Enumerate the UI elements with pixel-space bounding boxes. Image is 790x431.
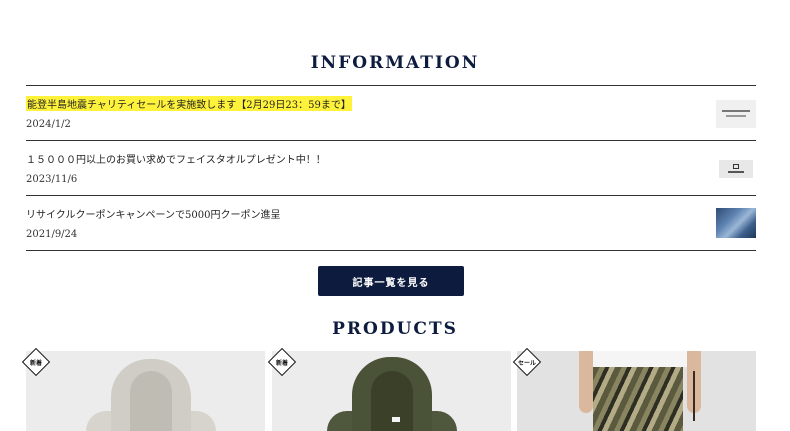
information-heading: INFORMATION: [310, 53, 480, 73]
information-thumbnail[interactable]: [716, 100, 756, 128]
information-thumbnail[interactable]: [719, 160, 753, 178]
information-item[interactable]: 能登半島地震チャリティセールを実施致します【2月29日23：59まで】 2024…: [26, 86, 756, 141]
information-item-date: 2024/1/2: [26, 119, 71, 130]
information-item[interactable]: リサイクルクーポンキャンペーンで5000円クーポン進呈 2021/9/24: [26, 196, 756, 251]
information-thumbnail[interactable]: [716, 208, 756, 238]
information-item-date: 2023/11/6: [26, 174, 78, 185]
view-all-articles-button[interactable]: 記事一覧を見る: [318, 266, 464, 296]
information-item-title[interactable]: １５０００円以上のお買い求めでフェイスタオルプレゼント中！！: [26, 151, 326, 166]
information-list: 能登半島地震チャリティセールを実施致します【2月29日23：59まで】 2024…: [26, 85, 756, 251]
product-card[interactable]: [272, 351, 511, 431]
information-item-date: 2021/9/24: [26, 229, 78, 240]
information-item-title[interactable]: リサイクルクーポンキャンペーンで5000円クーポン進呈: [26, 206, 280, 221]
information-item[interactable]: １５０００円以上のお買い求めでフェイスタオルプレゼント中！！ 2023/11/6: [26, 141, 756, 196]
product-card[interactable]: [517, 351, 756, 431]
camo-pants-image: [593, 367, 683, 431]
products-heading: PRODUCTS: [332, 319, 458, 339]
information-item-title[interactable]: 能登半島地震チャリティセールを実施致します【2月29日23：59まで】: [26, 96, 352, 111]
new-badge: 新着: [21, 347, 51, 377]
product-card[interactable]: [26, 351, 265, 431]
new-badge: 新着: [267, 347, 297, 377]
sale-badge: セール: [512, 347, 542, 377]
